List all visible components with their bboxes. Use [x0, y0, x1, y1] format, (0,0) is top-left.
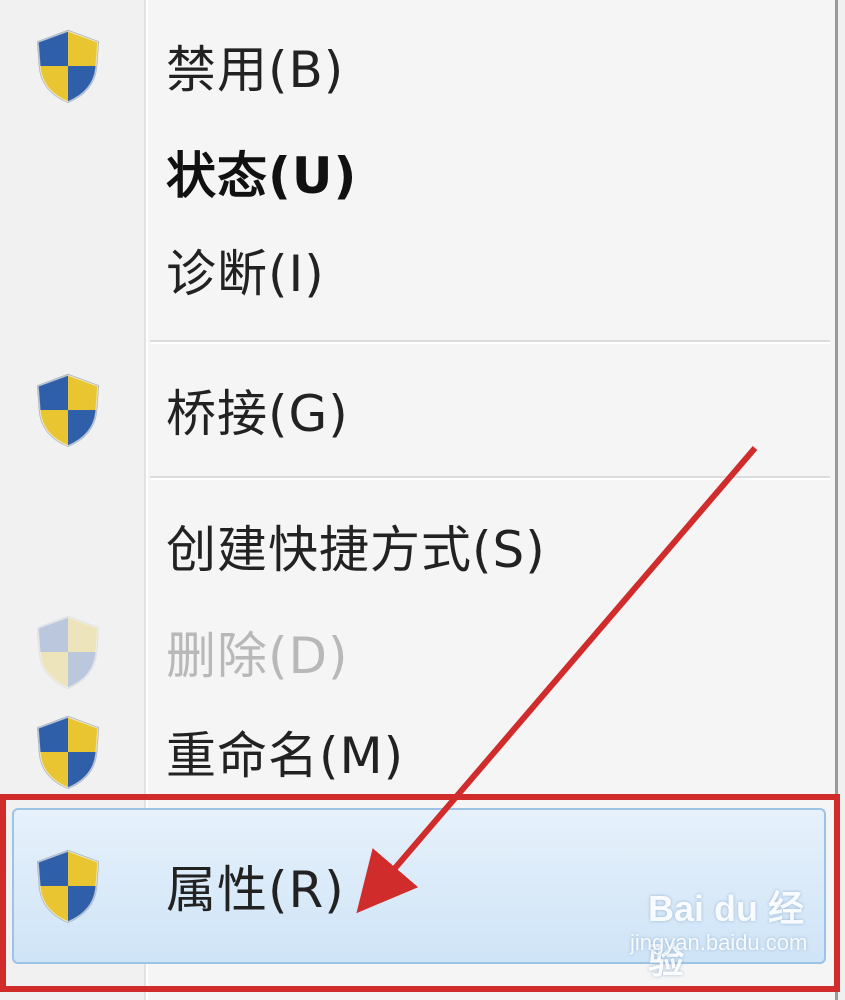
annotation-arrow [356, 446, 758, 914]
